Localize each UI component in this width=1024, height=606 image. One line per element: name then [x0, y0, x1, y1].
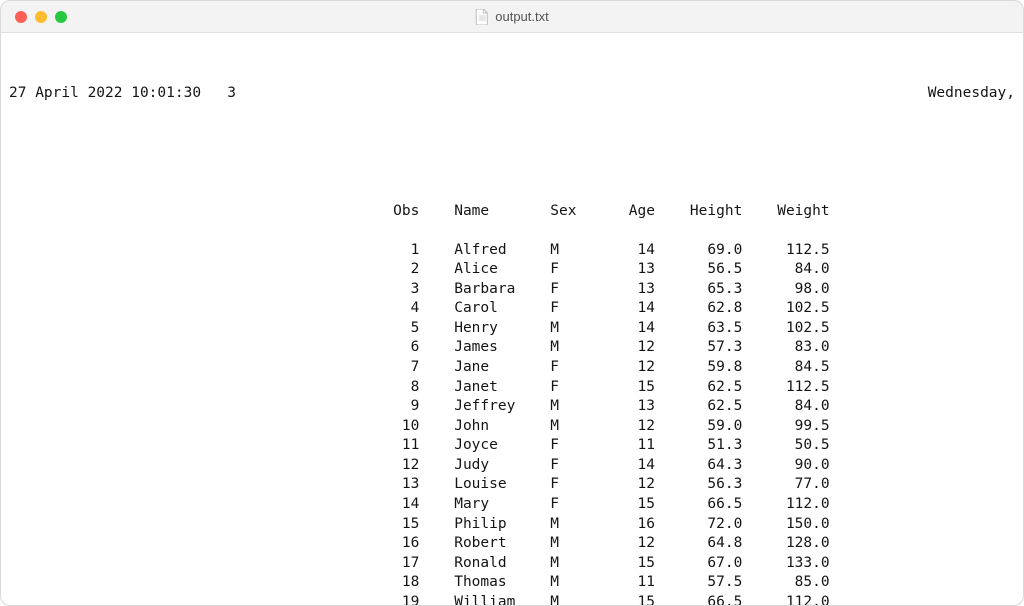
window-title-text: output.txt — [495, 9, 548, 24]
document-icon — [475, 9, 489, 25]
timestamp: 27 April 2022 10:01:30 — [9, 85, 201, 101]
page-number: 3 — [227, 85, 236, 101]
weekday: Wednesday, — [928, 84, 1015, 104]
zoom-icon[interactable] — [55, 11, 67, 23]
window-title: output.txt — [475, 9, 548, 25]
text-content[interactable]: 27 April 2022 10:01:30 3 Wednesday, Obs … — [1, 33, 1023, 605]
data-table: Obs Name Sex Age Height Weight 1 Alfred … — [9, 202, 1015, 606]
window-controls — [1, 11, 67, 23]
blank-line — [9, 143, 1015, 163]
close-icon[interactable] — [15, 11, 27, 23]
window-titlebar: output.txt — [1, 1, 1023, 33]
minimize-icon[interactable] — [35, 11, 47, 23]
